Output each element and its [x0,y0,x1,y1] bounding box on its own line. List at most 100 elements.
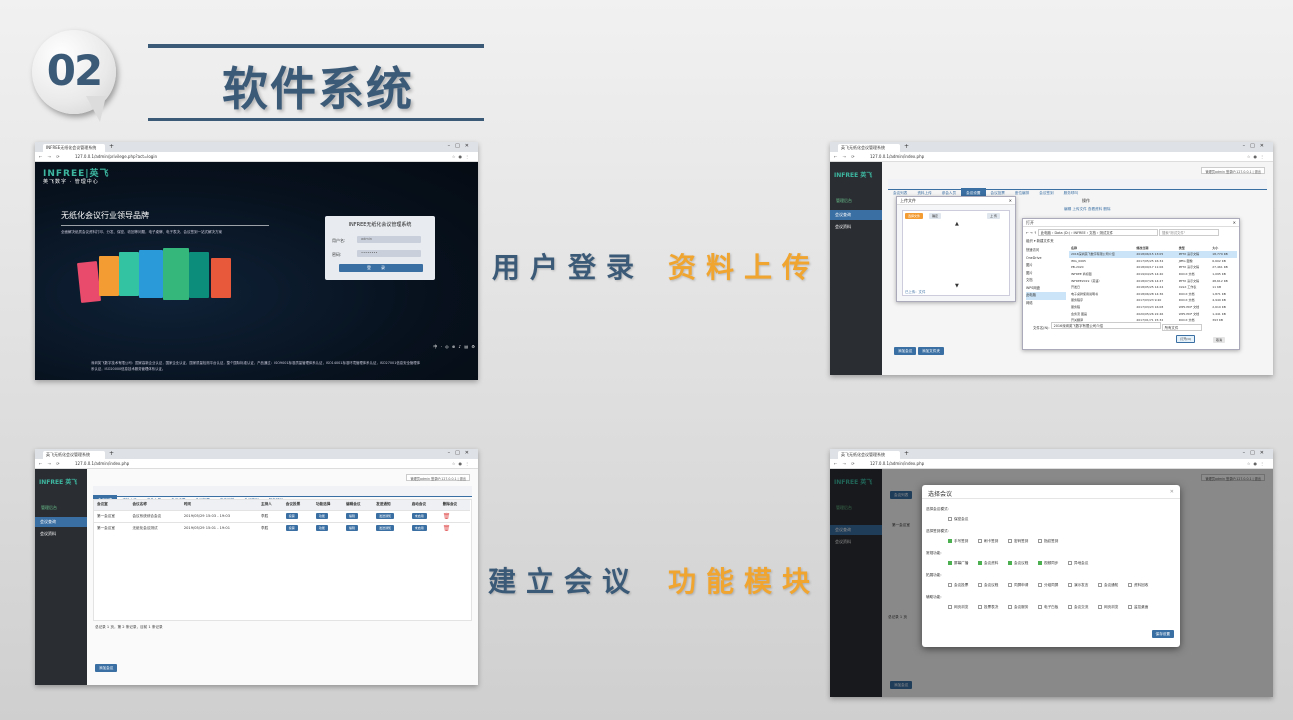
tab-service[interactable]: 服务呼叫 [1059,188,1083,198]
filename-field[interactable]: 2016深圳英飞数字有限公司介绍 [1050,322,1161,329]
new-tab-icon[interactable]: + [109,143,114,150]
row-action-button[interactable]: 编辑 [346,513,359,519]
row-action-button[interactable]: 编辑 [346,525,359,531]
scroll-up-icon[interactable]: ▲ [955,221,959,227]
option-checkbox[interactable]: 网页浏览 [948,605,968,610]
new-tab-icon[interactable]: + [904,143,909,150]
tree-item[interactable]: OneDrive [1026,255,1066,263]
sidebar-item-meetings[interactable]: 会议查询 [35,517,87,527]
open-button[interactable]: 打开(O) [1176,335,1195,343]
option-checkbox[interactable]: 投票表决 [978,605,998,610]
file-row[interactable]: PB-2020 2018/09/17 11:06 PPTX 演示文稿 27,461 K… [1069,264,1237,271]
trash-icon[interactable]: 🗑 [443,525,451,532]
address-url[interactable]: 127.0.0.1/admin/index.php [75,461,129,466]
close-icon[interactable]: ✕ [1009,198,1012,203]
choose-file-button[interactable]: 选择文件 [905,213,924,219]
file-row[interactable]: IMG_0065 2017/05/25 16:34 JPEG 图像 6,602 KB [1069,258,1237,265]
checked-icon[interactable] [948,561,952,565]
file-row[interactable]: 服务程序 2017/03/23 9:20 DOCX 文档 4,949 KB [1069,297,1237,304]
unchecked-icon[interactable] [978,605,982,609]
nav-arrows-icon[interactable]: ← → ⟳ [834,461,857,466]
option-checkbox[interactable]: 手写签到 [948,539,968,544]
option-checkbox[interactable]: 异地会议 [1068,561,1088,566]
window-controls-icon[interactable]: –□✕ [448,450,474,456]
option-checkbox[interactable]: 指纹签到 [1038,539,1058,544]
browser-tab[interactable]: 英飞无纸化会议管理系统 [43,451,105,459]
trash-icon[interactable]: 🗑 [443,513,451,520]
option-checkbox[interactable]: 会议交流 [1068,605,1088,610]
login-button[interactable]: 登录 [339,264,423,272]
unchecked-icon[interactable] [1128,605,1132,609]
unchecked-icon[interactable] [1008,539,1012,543]
unchecked-icon[interactable] [1098,605,1102,609]
user-info[interactable]: 管理员admin 登录IP:127.0.0.1 | 退出 [1201,167,1265,174]
add-meeting-button[interactable]: 添加会议 [894,347,917,355]
checked-icon[interactable] [1008,561,1012,565]
window-controls-icon[interactable]: –□✕ [1243,450,1269,456]
cancel-button[interactable]: 取消 [1212,337,1225,343]
unchecked-icon[interactable] [978,583,982,587]
row-action-button[interactable]: 未启用 [411,525,427,531]
unchecked-icon[interactable] [948,517,952,521]
sidebar-item-files[interactable]: 会议资料 [830,222,882,232]
nav-arrows-icon[interactable]: ← → ⟳ [39,154,62,159]
window-controls-icon[interactable]: –□✕ [1243,143,1269,149]
browser-tab[interactable]: INFREE无纸化会议管理系统 [43,144,105,152]
option-checkbox[interactable]: 电子白板 [1038,605,1058,610]
new-tab-icon[interactable]: + [109,450,114,457]
close-icon[interactable]: ✕ [1170,489,1174,495]
user-info[interactable]: 管理员admin 登录IP:127.0.0.1 | 退出 [406,474,470,481]
option-checkbox[interactable]: 监控桌面 [1128,605,1148,610]
nav-arrows-icon[interactable]: ← → ⟳ [39,461,62,466]
filetype-select[interactable]: 所有文件 [1161,324,1202,331]
password-field[interactable]: •••••••• [357,250,421,257]
unchecked-icon[interactable] [948,605,952,609]
dialog-search[interactable]: 搜索"测试文件" [1158,229,1219,236]
option-checkbox[interactable]: 会议议程 [1008,561,1028,566]
option-checkbox[interactable]: 同屏申请 [1008,583,1028,588]
file-row[interactable]: INFREE 商标图 2019/04/25 14:40 DOCX 文档 1,095 K… [1069,271,1237,278]
option-checkbox[interactable]: 分组同屏 [1038,583,1058,588]
op-links[interactable]: 编辑 上传文件 查看资料 删除 [1064,207,1111,212]
tab-signin[interactable]: 会议签到 [1034,188,1058,198]
option-checkbox[interactable]: 会议投票 [948,583,968,588]
tree-item[interactable]: 快速访问 [1026,247,1066,255]
tree-item[interactable]: 图片 [1026,262,1066,270]
tree-item[interactable]: 此电脑 [1026,292,1066,300]
dialog-organize[interactable]: 组织 ▾ 新建文件夹 [1026,238,1054,243]
unchecked-icon[interactable] [1068,561,1072,565]
add-meeting-button[interactable]: 添加会议 [95,664,118,672]
browser-menu-icon[interactable]: ☆●⋮ [1247,154,1267,159]
confirm-button[interactable]: 确定 [929,213,942,219]
username-field[interactable]: admin [357,236,421,243]
browser-tab[interactable]: 英飞无纸化会议管理系统 [838,144,900,152]
unchecked-icon[interactable] [1038,539,1042,543]
sidebar-item-meetings[interactable]: 会议查询 [830,210,882,220]
option-checkbox[interactable]: 保密会议 [948,517,968,522]
tree-item[interactable]: 图片 [1026,270,1066,278]
option-checkbox[interactable]: 网页浏览 [1098,605,1118,610]
unchecked-icon[interactable] [1008,605,1012,609]
row-action-button[interactable]: 投票 [285,513,298,519]
file-row[interactable]: 服务程 2017/03/23 16:08 WPS PDF 文档 2,619 KB [1069,304,1237,311]
unchecked-icon[interactable] [948,583,952,587]
option-checkbox[interactable]: 视频同步 [1038,561,1058,566]
add-folder-button[interactable]: 添加文件夹 [918,347,944,355]
option-checkbox[interactable]: 密码签到 [1008,539,1028,544]
file-row[interactable]: 电子桌牌使用说明书 2018/06/28 14:36 DOCX 文档 1,871 KB [1069,291,1237,298]
scroll-down-icon[interactable]: ▼ [955,283,959,289]
row-action-button[interactable]: 投票 [285,525,298,531]
tree-item[interactable]: 文档 [1026,277,1066,285]
row-action-button[interactable]: 功能 [315,513,328,519]
option-checkbox[interactable]: 会议服务 [1008,605,1028,610]
file-row[interactable]: 开发日 2018/05/25 14:24 XLSX 工作表 11 KB [1069,284,1237,291]
nav-arrows-icon[interactable]: ← → ↑ [1026,231,1038,235]
file-row[interactable]: 2016深圳英飞数字有限公司介绍 2018/06/15 13:05 PPTX 演示文… [1069,251,1237,258]
file-row[interactable]: 会务流 图画 2020/05/26 22:46 WPS PDF 文档 1,441 KB [1069,310,1237,317]
option-checkbox[interactable]: 会议议程 [978,583,998,588]
option-checkbox[interactable]: 会议通知 [1098,583,1118,588]
unchecked-icon[interactable] [1038,583,1042,587]
row-action-button[interactable]: 功能 [315,525,328,531]
browser-menu-icon[interactable]: ☆●⋮ [452,154,472,159]
address-url[interactable]: 127.0.0.1/admin/index.php [870,154,924,159]
